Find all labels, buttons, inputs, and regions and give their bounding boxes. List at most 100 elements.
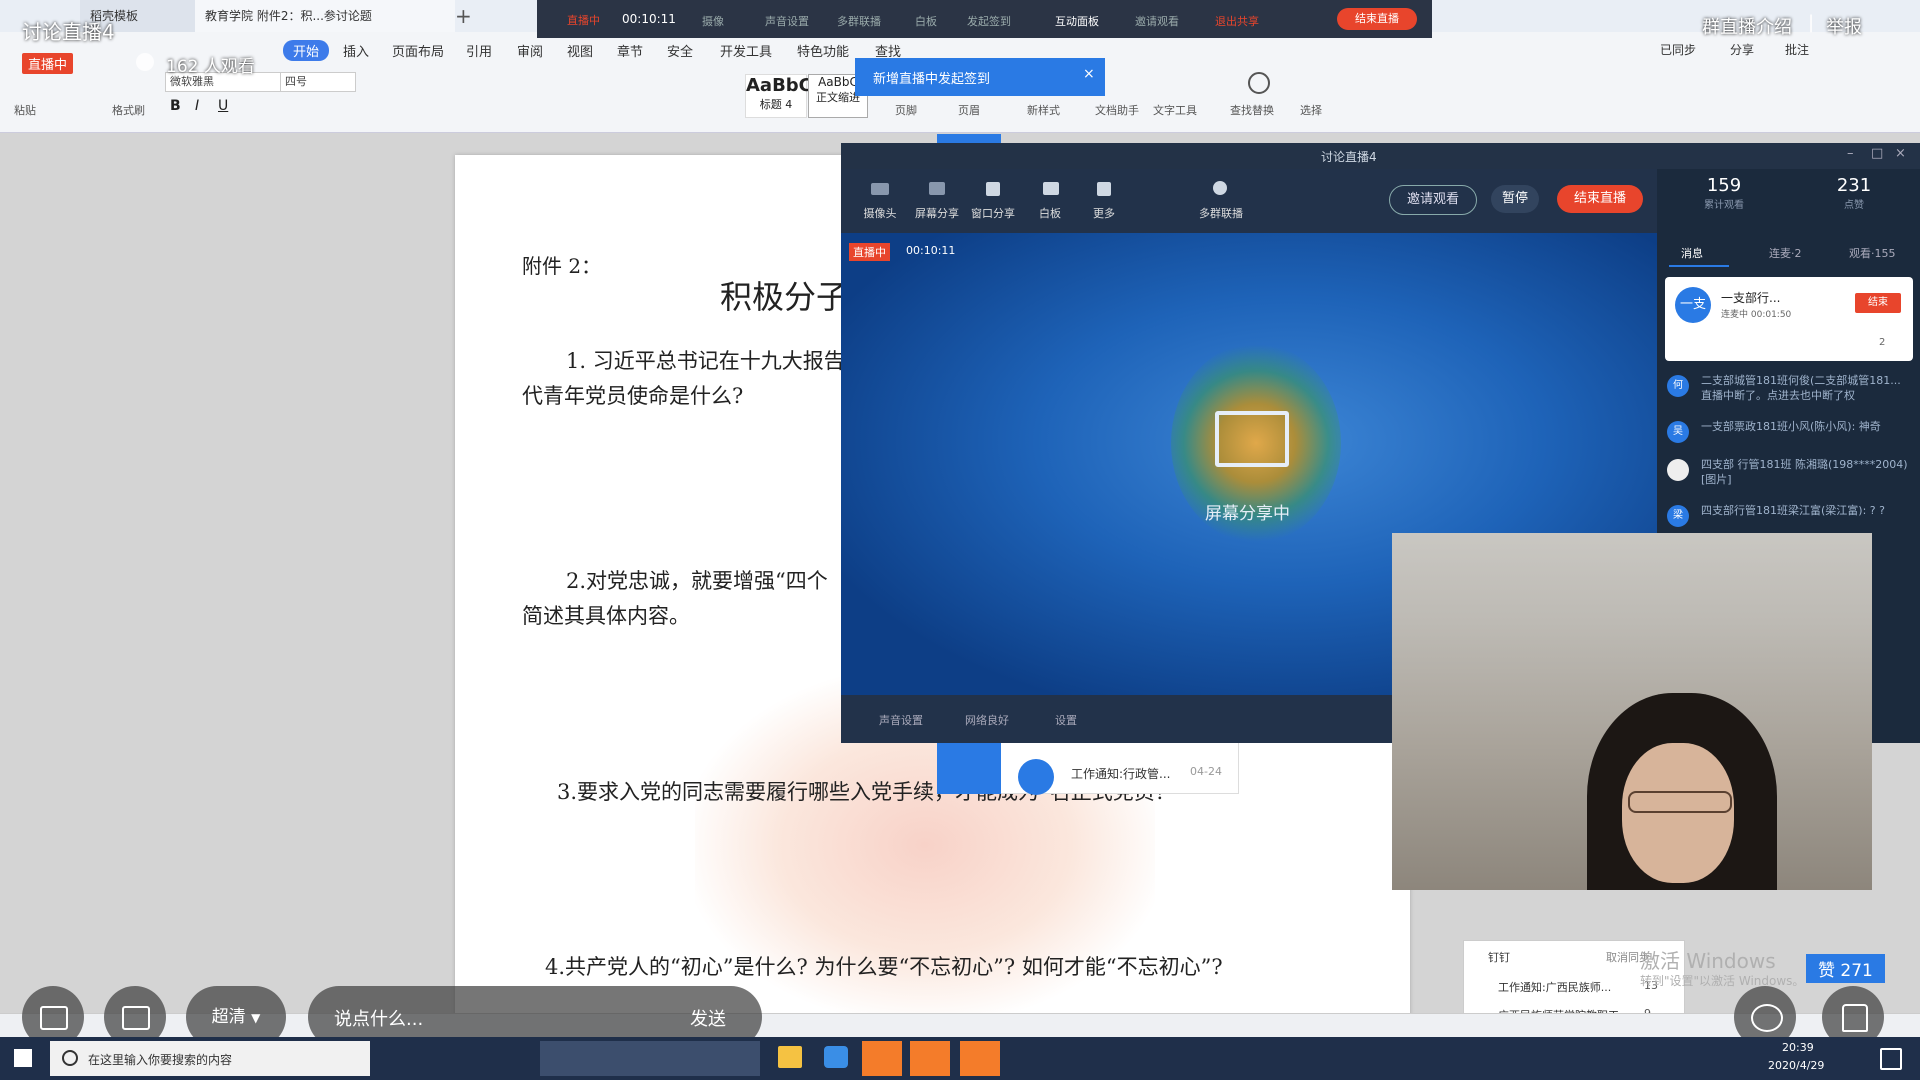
comment-input[interactable]: 说点什么... — [334, 1005, 423, 1031]
tab-developer[interactable]: 开发工具 — [720, 41, 772, 60]
taskbar-app-folder[interactable] — [778, 1046, 802, 1068]
notification-text: 新增直播中发起签到 — [873, 72, 991, 87]
notification-center-icon[interactable] — [1880, 1048, 1902, 1070]
send-button[interactable]: 发送 — [690, 1005, 726, 1031]
bar-whiteboard[interactable]: 白板 — [915, 13, 937, 29]
notice-date: 04-24 — [1190, 765, 1222, 778]
header-button[interactable]: 页眉 — [958, 102, 980, 118]
dingtalk-label: 钉钉 — [1488, 951, 1510, 964]
group-intro-link[interactable]: 群直播介绍 — [1702, 13, 1792, 39]
taskbar-search-icon — [62, 1050, 78, 1066]
tab-co-host[interactable]: 连麦·2 — [1769, 245, 1802, 261]
maximize-icon[interactable]: □ — [1871, 146, 1883, 161]
quality-label: 超清 — [211, 1007, 246, 1027]
popup-item-1[interactable]: 工作通知:广西民族师... — [1498, 979, 1611, 995]
tab-layout[interactable]: 页面布局 — [392, 41, 444, 60]
share-icon — [1215, 411, 1289, 467]
bar-multigroup[interactable]: 多群联播 — [837, 13, 881, 29]
bar-checkin[interactable]: 发起签到 — [967, 13, 1011, 29]
windows-activation-title: 激活 Windows — [1640, 949, 1776, 973]
multi-group-button[interactable]: 多群联播 — [1191, 205, 1251, 221]
taskbar-app-calendar[interactable] — [910, 1041, 950, 1076]
grid-icon — [1097, 182, 1111, 196]
text-tool-button[interactable]: 文字工具 — [1153, 102, 1197, 118]
more-button[interactable]: 更多 — [1081, 205, 1127, 221]
doc-helper-button[interactable]: 文档助手 — [1095, 102, 1139, 118]
footer-button[interactable]: 页脚 — [895, 102, 917, 118]
bar-interaction[interactable]: 互动面板 — [1055, 13, 1099, 29]
taskbar-app-active[interactable] — [540, 1041, 760, 1076]
viewer-count: 162 人观看 — [166, 57, 255, 77]
question-2-line-2: 简述其具体内容。 — [522, 604, 690, 628]
comment-button[interactable]: 批注 — [1785, 41, 1809, 58]
header-separator: | — [1808, 12, 1815, 33]
italic-button[interactable]: I — [195, 98, 199, 114]
taskbar-app-dingtalk[interactable] — [824, 1046, 848, 1068]
style-heading4[interactable]: AaBbC 标题 4 — [745, 74, 812, 118]
select-button[interactable]: 选择 — [1300, 102, 1322, 118]
synced-status[interactable]: 已同步 — [1660, 41, 1696, 58]
paste-button[interactable]: 粘贴 — [14, 102, 36, 118]
live-time: 00:10:11 — [622, 12, 676, 26]
co-host-end-button[interactable]: 结束 — [1855, 293, 1901, 313]
chat-message: 何 二支部城管181班何俊(二支部城管181...直播中断了。点进去也中断了权 — [1659, 369, 1913, 409]
format-painter-button[interactable]: 格式刷 — [112, 102, 145, 118]
chat-text: 四支部行管181班梁江富(梁江富): ? ? — [1701, 504, 1885, 517]
users-icon — [1213, 181, 1227, 195]
chat-message: 四支部 行管181班 陈湘璐(198****2004) [图片] — [1659, 453, 1913, 493]
tab-home[interactable]: 开始 — [283, 40, 330, 61]
report-link[interactable]: 举报 — [1826, 13, 1862, 39]
screen-icon — [929, 182, 945, 195]
stat-views-value: 159 — [1706, 175, 1742, 196]
font-size-select[interactable]: 四号 — [280, 72, 356, 92]
settings-button[interactable]: 设置 — [1055, 712, 1077, 728]
bar-camera[interactable]: 摄像 — [702, 13, 724, 29]
windows-start-icon[interactable] — [14, 1049, 32, 1067]
taskbar: 在这里输入你要搜索的内容 20:39 2020/4/29 — [0, 1037, 1920, 1080]
bar-end-live-button[interactable]: 结束直播 — [1337, 8, 1417, 30]
tab-insert[interactable]: 插入 — [343, 41, 369, 60]
tab-messages[interactable]: 消息 — [1681, 245, 1703, 261]
taskbar-search[interactable]: 在这里输入你要搜索的内容 — [50, 1041, 370, 1076]
sound-settings-button[interactable]: 声音设置 — [879, 712, 923, 728]
bold-button[interactable]: B — [170, 98, 181, 114]
chat-avatar: 何 — [1667, 375, 1689, 397]
bar-invite[interactable]: 邀请观看 — [1135, 13, 1179, 29]
live-elapsed: 00:10:11 — [906, 244, 956, 257]
whiteboard-button[interactable]: 白板 — [1027, 205, 1073, 221]
screen-share-button[interactable]: 屏幕分享 — [909, 205, 965, 221]
find-replace-button[interactable]: 查找替换 — [1230, 102, 1274, 118]
invite-button[interactable]: 邀请观看 — [1389, 185, 1477, 215]
bar-sound[interactable]: 声音设置 — [765, 13, 809, 29]
tab-review[interactable]: 审阅 — [517, 41, 543, 60]
taskbar-app-live[interactable] — [960, 1041, 1000, 1076]
minimize-icon[interactable]: – — [1847, 146, 1854, 161]
live-toolbar: 摄像头 屏幕分享 窗口分享 白板 更多 多群联播 邀请观看 暂停 结束直播 — [841, 169, 1657, 233]
pause-button[interactable]: 暂停 — [1491, 185, 1539, 213]
camera-button[interactable]: 摄像头 — [855, 205, 905, 221]
window-close-icon[interactable]: × — [1895, 146, 1906, 161]
attachment-label: 附件 2： — [522, 254, 602, 278]
new-tab-icon[interactable]: + — [455, 4, 472, 28]
tab-document[interactable]: 教育学院 附件2：积...参讨论题 — [195, 0, 455, 32]
tab-reference[interactable]: 引用 — [466, 41, 492, 60]
share-button[interactable]: 分享 — [1730, 41, 1754, 58]
board-icon — [1043, 182, 1059, 195]
underline-button[interactable]: U — [218, 98, 228, 114]
tab-security[interactable]: 安全 — [667, 41, 693, 60]
thumbs-up-icon — [1842, 1004, 1868, 1032]
bar-exit-share[interactable]: 退出共享 — [1215, 13, 1259, 29]
tab-features[interactable]: 特色功能 — [797, 41, 849, 60]
sharing-text: 屏幕分享中 — [1205, 504, 1290, 524]
taskbar-app-wps[interactable] — [862, 1041, 902, 1076]
tab-viewers[interactable]: 观看·155 — [1849, 245, 1896, 261]
window-share-button[interactable]: 窗口分享 — [965, 205, 1021, 221]
search-icon[interactable] — [1248, 72, 1270, 94]
end-live-button[interactable]: 结束直播 — [1557, 185, 1643, 213]
tab-chapter[interactable]: 章节 — [617, 41, 643, 60]
chat-text: 二支部城管181班何俊(二支部城管181...直播中断了。点进去也中断了权 — [1701, 374, 1901, 402]
close-icon[interactable]: × — [1083, 66, 1095, 82]
notice-text[interactable]: 工作通知:行政管... — [1071, 765, 1171, 782]
new-style-button[interactable]: 新样式 — [1027, 102, 1060, 118]
tab-view[interactable]: 视图 — [567, 41, 593, 60]
